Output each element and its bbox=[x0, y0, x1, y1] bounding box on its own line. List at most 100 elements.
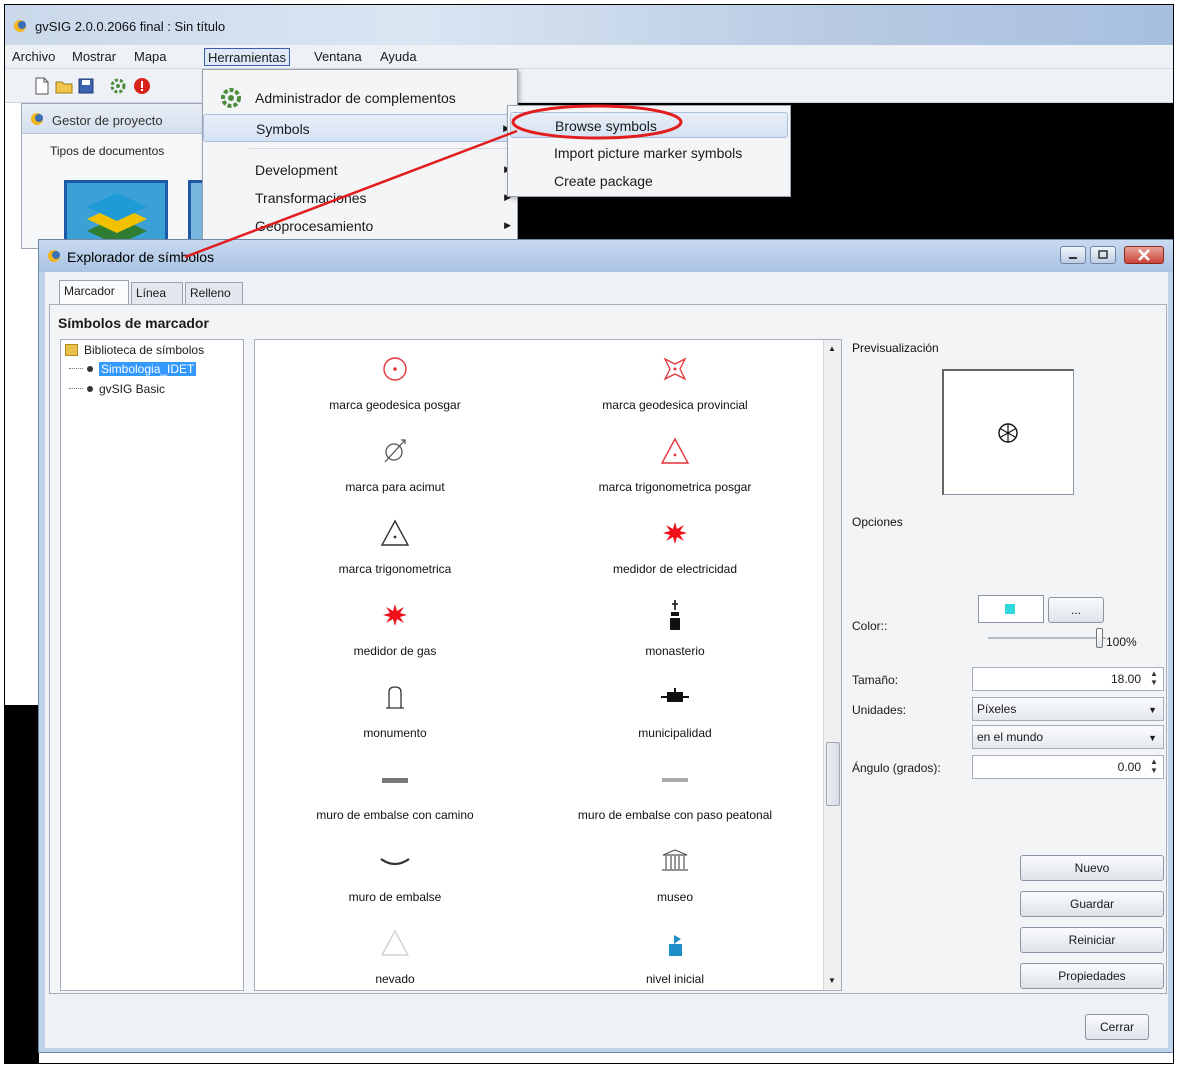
red-burst-icon bbox=[383, 604, 407, 626]
chevron-down-icon: ▼ bbox=[1148, 705, 1157, 715]
opacity-slider[interactable] bbox=[1096, 628, 1103, 648]
gvsig-logo-icon bbox=[14, 20, 26, 32]
size-label: Tamaño: bbox=[852, 673, 899, 687]
reset-button[interactable]: Reiniciar bbox=[1020, 927, 1164, 953]
symbol-cell[interactable]: nivel inicial bbox=[535, 914, 815, 990]
folder-icon bbox=[65, 344, 78, 356]
new-file-icon[interactable] bbox=[33, 77, 51, 95]
units-value: Píxeles bbox=[977, 702, 1017, 716]
symbol-library-tree: Biblioteca de símbolos Simbologia_IDET g… bbox=[60, 339, 244, 991]
menu-item-browse-symbols[interactable]: Browse symbols bbox=[510, 112, 788, 138]
symbol-cell[interactable]: nevado bbox=[255, 914, 535, 990]
tree-node-simbologia-idet[interactable]: Simbologia_IDET bbox=[69, 362, 197, 376]
toolbar bbox=[5, 69, 1173, 103]
menu-item-create-package[interactable]: Create package bbox=[510, 168, 788, 194]
app-title-bar: gvSIG 2.0.0.2066 final : Sin título bbox=[5, 5, 1173, 45]
dialog-title: Explorador de símbolos bbox=[67, 249, 215, 265]
menu-item-geoprocesamiento[interactable]: Geoprocesamiento ▶ bbox=[203, 212, 517, 240]
menu-mostrar[interactable]: Mostrar bbox=[69, 48, 119, 66]
units-label: Unidades: bbox=[852, 703, 907, 717]
tree-node-gvsig-basic[interactable]: gvSIG Basic bbox=[69, 382, 165, 396]
menu-item-label: Browse symbols bbox=[555, 118, 657, 134]
angle-label: Ángulo (grados): bbox=[852, 761, 941, 775]
symbol-cell[interactable]: museo bbox=[535, 832, 815, 914]
save-button[interactable]: Guardar bbox=[1020, 891, 1164, 917]
symbol-cell[interactable]: monumento bbox=[255, 668, 535, 750]
preview-label: Previsualización bbox=[852, 341, 939, 355]
dam-footpath-icon bbox=[662, 778, 688, 782]
menu-item-development[interactable]: Development ▶ bbox=[203, 156, 517, 184]
section-title: Símbolos de marcador bbox=[58, 315, 209, 331]
menu-item-transformaciones[interactable]: Transformaciones ▶ bbox=[203, 184, 517, 212]
new-button[interactable]: Nuevo bbox=[1020, 855, 1164, 881]
minimize-button[interactable] bbox=[1060, 246, 1086, 264]
symbol-cell[interactable]: municipalidad bbox=[535, 668, 815, 750]
color-picker-button[interactable]: ... bbox=[1048, 597, 1104, 623]
angle-value: 0.00 bbox=[1117, 760, 1141, 774]
project-manager-title: Gestor de proyecto bbox=[52, 113, 163, 128]
symbol-cell[interactable]: marca trigonometrica bbox=[255, 504, 535, 586]
symbol-label: monasterio bbox=[645, 644, 705, 658]
save-icon[interactable] bbox=[77, 77, 95, 95]
size-field[interactable]: 18.00 ▲ ▼ bbox=[972, 667, 1164, 691]
options-label: Opciones bbox=[852, 515, 903, 529]
options-panel: Previsualización Opciones Color:: ... 10… bbox=[844, 339, 1166, 991]
circle-dot-icon bbox=[383, 357, 407, 381]
menu-ayuda[interactable]: Ayuda bbox=[377, 48, 420, 66]
spinner-icon[interactable]: ▲ ▼ bbox=[1147, 669, 1161, 689]
maximize-button[interactable] bbox=[1090, 246, 1116, 264]
angle-field[interactable]: 0.00 ▲ ▼ bbox=[972, 755, 1164, 779]
units-select[interactable]: Píxeles ▼ bbox=[972, 697, 1164, 721]
units-reference-value: en el mundo bbox=[977, 730, 1044, 744]
symbol-cell[interactable]: muro de embalse bbox=[255, 832, 535, 914]
dialog-titlebar: Explorador de símbolos bbox=[39, 240, 1173, 272]
symbol-label: nevado bbox=[375, 972, 415, 986]
symbol-cell[interactable]: marca para acimut bbox=[255, 422, 535, 504]
gear-icon[interactable] bbox=[109, 77, 127, 95]
symbol-cell[interactable]: medidor de electricidad bbox=[535, 504, 815, 586]
menu-mapa[interactable]: Mapa bbox=[131, 48, 170, 66]
menu-herramientas[interactable]: Herramientas bbox=[204, 48, 291, 66]
symbol-cell[interactable]: monasterio bbox=[535, 586, 815, 668]
close-button[interactable]: Cerrar bbox=[1085, 1014, 1149, 1040]
symbol-grid-scrollbar[interactable]: ▲ ▼ bbox=[823, 340, 841, 990]
scroll-up-icon[interactable]: ▲ bbox=[828, 344, 836, 353]
menu-item-symbols[interactable]: Symbols ▶ bbox=[203, 114, 517, 142]
red-burst-icon bbox=[663, 522, 687, 544]
symbol-cell[interactable]: marca trigonometrica posgar bbox=[535, 422, 815, 504]
menu-item-import-picture-marker[interactable]: Import picture marker symbols bbox=[510, 140, 788, 166]
symbol-cell[interactable]: muro de embalse con camino bbox=[255, 750, 535, 832]
menu-ventana[interactable]: Ventana bbox=[311, 48, 365, 66]
menu-bar: Archivo Mostrar Mapa Herramientas Ventan… bbox=[5, 45, 1173, 69]
menu-item-complement-manager[interactable]: Administrador de complementos bbox=[203, 84, 517, 112]
document-types-label: Tipos de documentos bbox=[50, 144, 165, 158]
tree-root-label: Biblioteca de símbolos bbox=[84, 343, 205, 357]
color-swatch[interactable] bbox=[978, 595, 1044, 623]
tree-root[interactable]: Biblioteca de símbolos bbox=[65, 343, 204, 357]
symbol-label: medidor de gas bbox=[353, 644, 437, 658]
symbol-cell[interactable]: muro de embalse con paso peatonal bbox=[535, 750, 815, 832]
warning-icon[interactable] bbox=[133, 77, 151, 95]
opacity-value: 100% bbox=[1106, 635, 1137, 649]
tab-linea[interactable]: Línea bbox=[131, 282, 183, 304]
properties-button[interactable]: Propiedades bbox=[1020, 963, 1164, 989]
open-folder-icon[interactable] bbox=[55, 77, 73, 95]
spinner-icon[interactable]: ▲ ▼ bbox=[1147, 757, 1161, 777]
symbol-label: muro de embalse con camino bbox=[316, 808, 474, 822]
tab-marcador[interactable]: Marcador bbox=[59, 280, 129, 304]
close-window-button[interactable] bbox=[1124, 246, 1164, 264]
symbol-label: museo bbox=[656, 890, 694, 904]
symbol-cell[interactable]: marca geodesica provincial bbox=[535, 340, 815, 422]
municipality-icon bbox=[661, 688, 689, 702]
menu-archivo[interactable]: Archivo bbox=[9, 48, 58, 66]
scrollbar-thumb[interactable] bbox=[826, 742, 840, 806]
scroll-down-icon[interactable]: ▼ bbox=[828, 976, 836, 985]
desktop-background bbox=[5, 705, 39, 1063]
units-reference-select[interactable]: en el mundo ▼ bbox=[972, 725, 1164, 749]
school-flag-icon bbox=[669, 930, 682, 956]
symbol-cell[interactable]: marca geodesica posgar bbox=[255, 340, 535, 422]
tab-relleno[interactable]: Relleno bbox=[185, 282, 243, 304]
symbol-cell[interactable]: medidor de gas bbox=[255, 586, 535, 668]
minimize-icon bbox=[1069, 257, 1077, 259]
close-icon bbox=[1138, 249, 1150, 261]
